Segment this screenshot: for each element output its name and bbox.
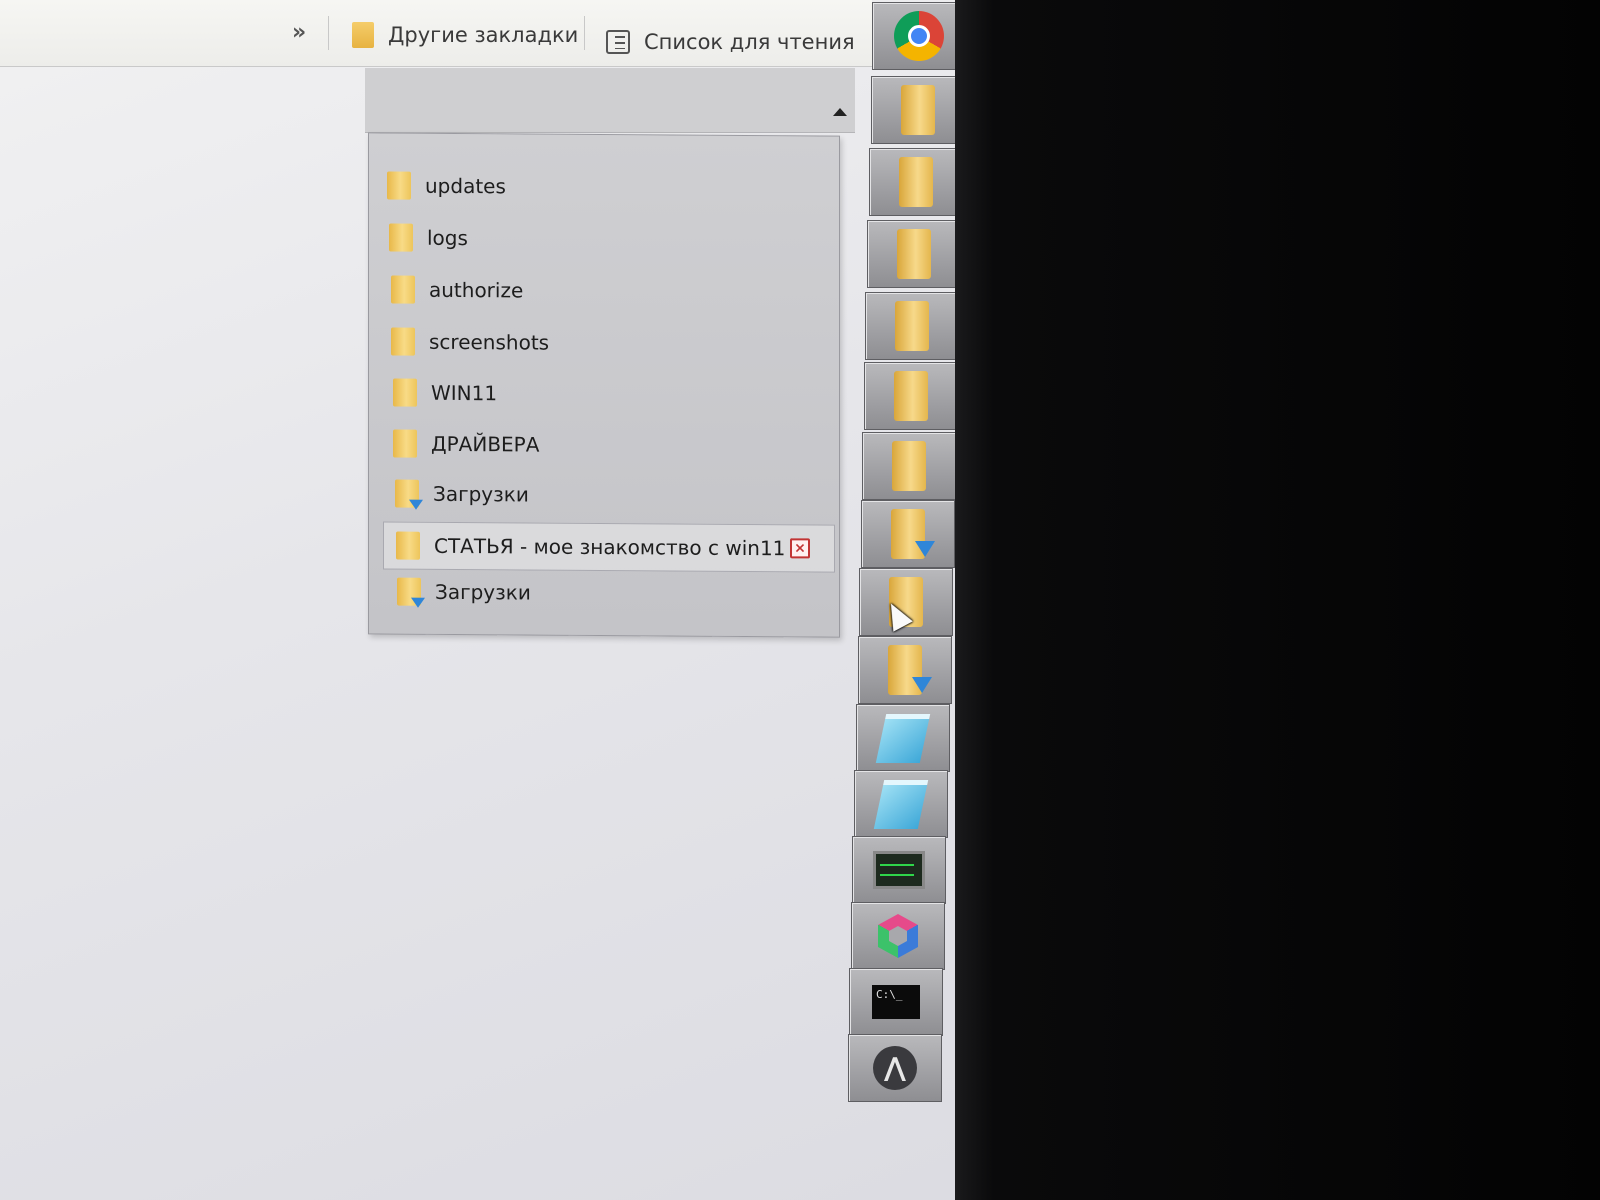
menu-item-win11[interactable]: WIN11 bbox=[393, 371, 827, 418]
folder-icon bbox=[396, 531, 420, 560]
menu-item-label: WIN11 bbox=[431, 380, 498, 406]
folder-icon bbox=[393, 429, 417, 458]
menu-item-label: updates bbox=[425, 173, 506, 199]
folder-icon bbox=[387, 171, 411, 200]
monitor-bezel bbox=[955, 0, 1600, 1200]
launcher-tile-folder[interactable] bbox=[865, 292, 959, 360]
folder-icon bbox=[899, 157, 933, 207]
folder-icon bbox=[391, 327, 415, 356]
menu-item-label: ДРАЙВЕРА bbox=[431, 431, 540, 457]
folder-icon bbox=[892, 441, 926, 491]
launcher-tile-folder[interactable] bbox=[864, 362, 958, 430]
bookmarks-bar: » Другие закладки Список для чтения bbox=[0, 0, 872, 67]
reading-list-button[interactable]: Список для чтения bbox=[606, 30, 855, 54]
folder-dropdown-menu: updates logs authorize screenshots WIN11… bbox=[368, 132, 840, 638]
menu-item-label: authorize bbox=[429, 277, 524, 303]
launcher-tile-command-prompt[interactable]: C:\_ bbox=[849, 968, 943, 1036]
launcher-tile-folder[interactable] bbox=[867, 220, 961, 288]
launcher-tile-folder[interactable] bbox=[869, 148, 963, 216]
notepad-icon bbox=[873, 779, 929, 829]
menu-item-downloads[interactable]: Загрузки bbox=[397, 570, 827, 617]
menu-item-label: logs bbox=[427, 225, 468, 251]
launcher-tile-chrome[interactable] bbox=[872, 2, 966, 70]
remove-bookmark-icon[interactable]: × bbox=[790, 538, 810, 559]
bookmarks-separator bbox=[328, 16, 329, 50]
bookmarks-overflow-button[interactable]: » bbox=[292, 20, 306, 45]
folder-icon bbox=[389, 223, 413, 252]
menu-item-label: СТАТЬЯ - мое знакомство с win11 bbox=[434, 533, 786, 561]
folder-icon bbox=[391, 275, 415, 304]
other-bookmarks-label: Другие закладки bbox=[388, 23, 579, 47]
launcher-tile-folder[interactable] bbox=[871, 76, 965, 144]
launcher-tile-folder[interactable] bbox=[859, 568, 953, 636]
launcher-tile-notepad[interactable] bbox=[856, 704, 950, 772]
folder-icon bbox=[901, 85, 935, 135]
launcher-tile-folder[interactable] bbox=[862, 432, 956, 500]
notepad-icon bbox=[875, 713, 931, 763]
menu-item-updates[interactable]: updates bbox=[387, 163, 827, 210]
menu-item-article-win11[interactable]: СТАТЬЯ - мое знакомство с win11 × bbox=[383, 521, 835, 573]
folder-icon bbox=[895, 301, 929, 351]
reading-list-label: Список для чтения bbox=[644, 30, 855, 54]
downloads-folder-icon bbox=[395, 479, 419, 508]
menu-item-authorize[interactable]: authorize bbox=[391, 268, 827, 315]
menu-item-drivers[interactable]: ДРАЙВЕРА bbox=[393, 422, 827, 469]
reading-list-icon bbox=[606, 30, 630, 54]
scroll-up-arrow-icon[interactable] bbox=[833, 108, 847, 116]
downloads-folder-icon bbox=[888, 645, 932, 695]
launcher-tile-downloads[interactable] bbox=[858, 636, 952, 704]
menu-scroll-area bbox=[365, 68, 855, 133]
downloads-folder-icon bbox=[891, 509, 935, 559]
menu-item-label: Загрузки bbox=[433, 481, 529, 507]
launcher-tile-system-monitor[interactable] bbox=[852, 836, 946, 904]
menu-item-screenshots[interactable]: screenshots bbox=[391, 320, 827, 367]
menu-item-downloads[interactable]: Загрузки bbox=[395, 472, 827, 519]
launcher-tile-hexagon-app[interactable] bbox=[851, 902, 945, 970]
bookmarks-separator bbox=[584, 16, 585, 50]
arch-logo-icon: ⋀ bbox=[873, 1046, 917, 1090]
menu-item-logs[interactable]: logs bbox=[389, 215, 827, 262]
launcher-tile-arch[interactable]: ⋀ bbox=[848, 1034, 942, 1102]
hexagon-app-icon bbox=[878, 914, 918, 958]
menu-item-label: screenshots bbox=[429, 329, 550, 355]
launcher-tile-downloads[interactable] bbox=[861, 500, 955, 568]
folder-icon bbox=[897, 229, 931, 279]
other-bookmarks-button[interactable]: Другие закладки bbox=[352, 22, 578, 48]
folder-icon bbox=[352, 22, 374, 48]
menu-item-label: Загрузки bbox=[435, 579, 531, 605]
chrome-icon bbox=[894, 11, 944, 61]
command-prompt-icon: C:\_ bbox=[872, 985, 920, 1019]
downloads-folder-icon bbox=[397, 577, 421, 606]
folder-icon bbox=[393, 378, 417, 407]
launcher-tile-notepad[interactable] bbox=[854, 770, 948, 838]
system-monitor-icon bbox=[873, 851, 925, 889]
desktop-screen: » Другие закладки Список для чтения upda… bbox=[0, 0, 966, 1200]
folder-icon bbox=[894, 371, 928, 421]
quick-launch-bar: C:\_ ⋀ bbox=[848, 0, 966, 1102]
